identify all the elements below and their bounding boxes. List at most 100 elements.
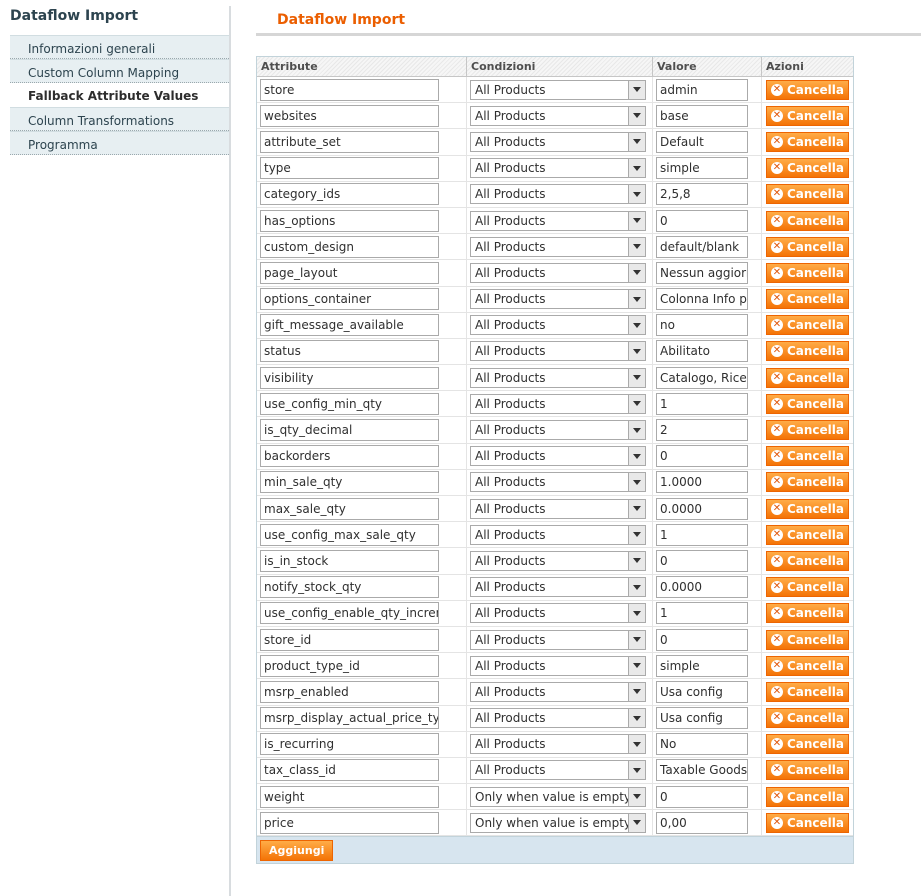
condition-select[interactable]: All Products bbox=[470, 603, 646, 624]
condition-select[interactable]: All Products bbox=[470, 420, 646, 441]
attribute-input[interactable]: backorders bbox=[260, 445, 439, 468]
dropdown-arrow-icon[interactable] bbox=[628, 263, 645, 282]
attribute-input[interactable]: options_container bbox=[260, 288, 439, 311]
value-input[interactable]: Abilitato bbox=[656, 340, 748, 363]
condition-select[interactable]: All Products bbox=[470, 472, 646, 493]
dropdown-arrow-icon[interactable] bbox=[628, 132, 645, 151]
value-input[interactable]: 2,5,8 bbox=[656, 183, 748, 206]
attribute-input[interactable]: max_sale_qty bbox=[260, 497, 439, 520]
dropdown-arrow-icon[interactable] bbox=[628, 211, 645, 230]
sidebar-item[interactable]: Column Transformations bbox=[10, 107, 229, 131]
value-input[interactable]: Nessun aggiorn bbox=[656, 261, 748, 284]
attribute-input[interactable]: product_type_id bbox=[260, 654, 439, 677]
attribute-input[interactable]: has_options bbox=[260, 209, 439, 232]
sidebar-item[interactable]: Custom Column Mapping bbox=[10, 59, 229, 83]
cancel-button[interactable]: ✕ Cancella bbox=[766, 524, 849, 545]
attribute-input[interactable]: is_recurring bbox=[260, 733, 439, 756]
attribute-input[interactable]: msrp_enabled bbox=[260, 680, 439, 703]
attribute-input[interactable]: use_config_max_sale_qty bbox=[260, 523, 439, 546]
cancel-button[interactable]: ✕ Cancella bbox=[766, 420, 849, 441]
cancel-button[interactable]: ✕ Cancella bbox=[766, 472, 849, 493]
condition-select[interactable]: All Products bbox=[470, 158, 646, 179]
value-input[interactable]: base bbox=[656, 104, 748, 127]
dropdown-arrow-icon[interactable] bbox=[628, 813, 645, 832]
sidebar-item[interactable]: Programma bbox=[10, 131, 229, 155]
attribute-input[interactable]: store_id bbox=[260, 628, 439, 651]
dropdown-arrow-icon[interactable] bbox=[628, 761, 645, 780]
value-input[interactable]: 0 bbox=[656, 445, 748, 468]
attribute-input[interactable]: tax_class_id bbox=[260, 759, 439, 782]
value-input[interactable]: simple bbox=[656, 654, 748, 677]
cancel-button[interactable]: ✕ Cancella bbox=[766, 289, 849, 310]
dropdown-arrow-icon[interactable] bbox=[628, 342, 645, 361]
condition-select[interactable]: All Products bbox=[470, 393, 646, 414]
dropdown-arrow-icon[interactable] bbox=[628, 604, 645, 623]
cancel-button[interactable]: ✕ Cancella bbox=[766, 184, 849, 205]
condition-select[interactable]: All Products bbox=[470, 629, 646, 650]
condition-select[interactable]: All Products bbox=[470, 79, 646, 100]
value-input[interactable]: 0,00 bbox=[656, 811, 748, 834]
cancel-button[interactable]: ✕ Cancella bbox=[766, 681, 849, 702]
dropdown-arrow-icon[interactable] bbox=[628, 316, 645, 335]
condition-select[interactable]: All Products bbox=[470, 577, 646, 598]
attribute-input[interactable]: store bbox=[260, 78, 439, 101]
dropdown-arrow-icon[interactable] bbox=[628, 473, 645, 492]
dropdown-arrow-icon[interactable] bbox=[628, 80, 645, 99]
cancel-button[interactable]: ✕ Cancella bbox=[766, 315, 849, 336]
condition-select[interactable]: All Products bbox=[470, 131, 646, 152]
condition-select[interactable]: All Products bbox=[470, 315, 646, 336]
value-input[interactable]: 0 bbox=[656, 549, 748, 572]
cancel-button[interactable]: ✕ Cancella bbox=[766, 262, 849, 283]
value-input[interactable]: Usa config bbox=[656, 680, 748, 703]
condition-select[interactable]: All Products bbox=[470, 734, 646, 755]
attribute-input[interactable]: price bbox=[260, 811, 439, 834]
cancel-button[interactable]: ✕ Cancella bbox=[766, 210, 849, 231]
condition-select[interactable]: All Products bbox=[470, 681, 646, 702]
cancel-button[interactable]: ✕ Cancella bbox=[766, 577, 849, 598]
cancel-button[interactable]: ✕ Cancella bbox=[766, 79, 849, 100]
condition-select[interactable]: All Products bbox=[470, 760, 646, 781]
cancel-button[interactable]: ✕ Cancella bbox=[766, 708, 849, 729]
cancel-button[interactable]: ✕ Cancella bbox=[766, 393, 849, 414]
value-input[interactable]: default/blank bbox=[656, 235, 748, 258]
dropdown-arrow-icon[interactable] bbox=[628, 630, 645, 649]
dropdown-arrow-icon[interactable] bbox=[628, 499, 645, 518]
condition-select[interactable]: All Products bbox=[470, 498, 646, 519]
attribute-input[interactable]: msrp_display_actual_price_type bbox=[260, 707, 439, 730]
condition-select[interactable]: Only when value is empty bbox=[470, 812, 646, 833]
condition-select[interactable]: All Products bbox=[470, 236, 646, 257]
value-input[interactable]: 2 bbox=[656, 419, 748, 442]
cancel-button[interactable]: ✕ Cancella bbox=[766, 786, 849, 807]
condition-select[interactable]: All Products bbox=[470, 341, 646, 362]
attribute-input[interactable]: is_in_stock bbox=[260, 549, 439, 572]
cancel-button[interactable]: ✕ Cancella bbox=[766, 629, 849, 650]
value-input[interactable]: Taxable Goods bbox=[656, 759, 748, 782]
cancel-button[interactable]: ✕ Cancella bbox=[766, 236, 849, 257]
value-input[interactable]: 0.0000 bbox=[656, 497, 748, 520]
cancel-button[interactable]: ✕ Cancella bbox=[766, 158, 849, 179]
cancel-button[interactable]: ✕ Cancella bbox=[766, 734, 849, 755]
value-input[interactable]: Catalogo, Ricer bbox=[656, 366, 748, 389]
condition-select[interactable]: All Products bbox=[470, 289, 646, 310]
cancel-button[interactable]: ✕ Cancella bbox=[766, 760, 849, 781]
attribute-input[interactable]: use_config_min_qty bbox=[260, 392, 439, 415]
value-input[interactable]: Usa config bbox=[656, 707, 748, 730]
value-input[interactable]: Colonna Info pro bbox=[656, 288, 748, 311]
dropdown-arrow-icon[interactable] bbox=[628, 578, 645, 597]
dropdown-arrow-icon[interactable] bbox=[628, 656, 645, 675]
attribute-input[interactable]: status bbox=[260, 340, 439, 363]
cancel-button[interactable]: ✕ Cancella bbox=[766, 812, 849, 833]
cancel-button[interactable]: ✕ Cancella bbox=[766, 446, 849, 467]
dropdown-arrow-icon[interactable] bbox=[628, 368, 645, 387]
attribute-input[interactable]: is_qty_decimal bbox=[260, 419, 439, 442]
dropdown-arrow-icon[interactable] bbox=[628, 735, 645, 754]
add-row-button[interactable]: Aggiungi bbox=[260, 840, 334, 861]
value-input[interactable]: no bbox=[656, 314, 748, 337]
value-input[interactable]: 1 bbox=[656, 392, 748, 415]
cancel-button[interactable]: ✕ Cancella bbox=[766, 498, 849, 519]
cancel-button[interactable]: ✕ Cancella bbox=[766, 105, 849, 126]
cancel-button[interactable]: ✕ Cancella bbox=[766, 341, 849, 362]
condition-select[interactable]: All Products bbox=[470, 655, 646, 676]
dropdown-arrow-icon[interactable] bbox=[628, 106, 645, 125]
attribute-input[interactable]: use_config_enable_qty_increm bbox=[260, 602, 439, 625]
